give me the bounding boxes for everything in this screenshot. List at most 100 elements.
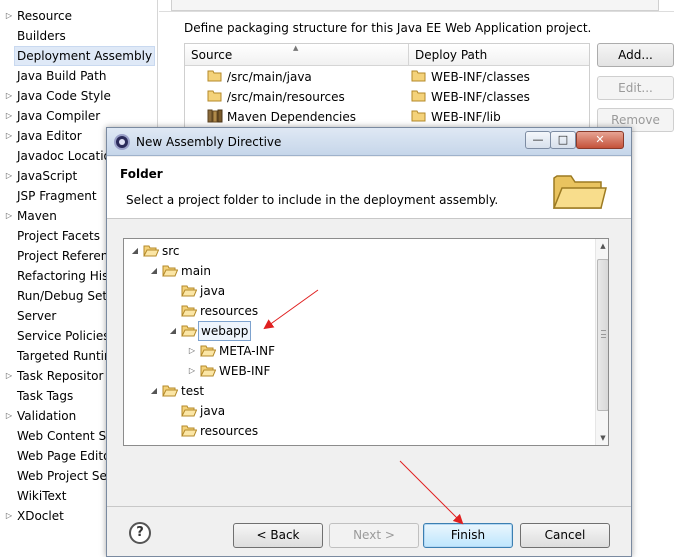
tree-item[interactable]: ▷ WEB-INF <box>187 361 387 381</box>
dialog-title: New Assembly Directive <box>136 135 282 149</box>
tree-item-label: META-INF <box>219 344 276 358</box>
deploy-path-text: WEB-INF/classes <box>431 70 530 84</box>
tree-item-label: test <box>181 384 205 398</box>
add-button[interactable]: Add... <box>597 43 674 67</box>
expand-arrow-icon[interactable]: ▷ <box>4 506 14 526</box>
nav-item-label: Project Facets <box>17 229 100 243</box>
nav-item-label: Java Build Path <box>17 69 107 83</box>
scrollbar-thumb[interactable] <box>597 259 608 411</box>
eclipse-icon <box>114 134 130 150</box>
nav-item-label: Java Code Style <box>17 89 111 103</box>
collapse-arrow-icon[interactable]: ◢ <box>130 241 140 261</box>
expand-arrow-icon[interactable]: ▷ <box>187 341 197 361</box>
nav-item[interactable]: ▷ Resource <box>0 6 157 26</box>
collapse-arrow-icon[interactable]: ◢ <box>149 381 159 401</box>
nav-item[interactable]: Builders <box>0 26 157 46</box>
banner-title: Folder <box>120 167 163 181</box>
minimize-button[interactable]: — <box>525 131 551 149</box>
deploy-path-text: WEB-INF/lib <box>431 110 501 124</box>
dialog-title-bar[interactable]: New Assembly Directive — □ ✕ <box>107 128 631 156</box>
nav-item-label: Task Repositor <box>17 369 104 383</box>
tree-item[interactable]: resources <box>168 421 368 441</box>
folder-icon <box>411 109 427 129</box>
nav-item-label: Web Project Set <box>17 469 112 483</box>
expand-arrow-icon[interactable]: ▷ <box>4 86 14 106</box>
back-button[interactable]: < Back <box>233 523 323 548</box>
nav-item-label: XDoclet <box>17 509 64 523</box>
expand-arrow-icon[interactable]: ▷ <box>4 126 14 146</box>
folder-icon <box>181 424 198 444</box>
folder-tree[interactable]: ◢ src ◢ main java resources ◢ webapp ▷ META-INF ▷ W… <box>123 238 609 446</box>
vertical-scrollbar[interactable]: ▲ ▼ <box>595 239 608 445</box>
expand-arrow-icon[interactable]: ▷ <box>187 361 197 381</box>
tree-item-label: main <box>181 264 211 278</box>
tree-item[interactable]: ◢ src <box>130 241 330 261</box>
maximize-button[interactable]: □ <box>550 131 576 149</box>
tree-item-label: resources <box>200 304 259 318</box>
tree-item-label: webapp <box>198 321 252 341</box>
library-icon <box>207 109 223 129</box>
nav-item-label: Deployment Assembly <box>14 46 156 66</box>
assembly-table[interactable]: Source ▲ Deploy Path /src/main/java WEB-I… <box>184 43 590 133</box>
tree-item-label: resources <box>200 424 259 438</box>
nav-item-label: Run/Debug Sett <box>17 289 112 303</box>
expand-arrow-icon[interactable]: ▷ <box>4 366 14 386</box>
tree-item[interactable]: java <box>168 401 368 421</box>
nav-item-label: Refactoring His <box>17 269 109 283</box>
expand-arrow-icon[interactable]: ▷ <box>4 406 14 426</box>
top-strip <box>159 0 674 12</box>
nav-item-label: Resource <box>17 9 73 23</box>
folder-icon <box>207 89 223 109</box>
nav-item[interactable]: Java Build Path <box>0 66 157 86</box>
expand-arrow-icon[interactable]: ▷ <box>4 166 14 186</box>
help-button[interactable]: ? <box>129 522 151 544</box>
nav-item-label: Javadoc Locatio <box>17 149 111 163</box>
nav-item-label: Validation <box>17 409 77 423</box>
table-row[interactable]: /src/main/resources WEB-INF/classes <box>185 87 589 109</box>
source-cell: /src/main/java <box>207 67 312 89</box>
nav-item-label: Project Referen <box>17 249 109 263</box>
sort-ascending-icon: ▲ <box>293 44 299 52</box>
tree-item-label: src <box>162 244 180 258</box>
nav-item-label: Builders <box>17 29 66 43</box>
deploy-path-cell: WEB-INF/classes <box>411 87 530 109</box>
source-cell: /src/main/resources <box>207 87 345 109</box>
nav-item-label: JavaScript <box>17 169 78 183</box>
table-row[interactable]: /src/main/java WEB-INF/classes <box>185 67 589 89</box>
cancel-button[interactable]: Cancel <box>520 523 610 548</box>
edit-button[interactable]: Edit... <box>597 76 674 100</box>
nav-item-label: Server <box>17 309 57 323</box>
tree-item-label: WEB-INF <box>219 364 271 378</box>
next-button[interactable]: Next > <box>329 523 419 548</box>
top-tab <box>171 0 659 11</box>
close-button[interactable]: ✕ <box>576 131 624 149</box>
nav-item-label: Task Tags <box>17 389 74 403</box>
finish-button[interactable]: Finish <box>423 523 513 548</box>
tree-item[interactable]: ◢ test <box>149 381 349 401</box>
collapse-arrow-icon[interactable]: ◢ <box>149 261 159 281</box>
table-header: Source ▲ Deploy Path <box>185 44 589 66</box>
expand-arrow-icon[interactable]: ▷ <box>4 6 14 26</box>
table-row[interactable]: Maven Dependencies WEB-INF/lib <box>185 107 589 129</box>
source-text: /src/main/java <box>227 70 312 84</box>
collapse-arrow-icon[interactable]: ◢ <box>168 321 178 341</box>
nav-item-label: Service Policies <box>17 329 110 343</box>
tree-item-label: java <box>200 284 226 298</box>
column-header-deploy-path[interactable]: Deploy Path <box>409 44 589 66</box>
tree-item[interactable]: resources <box>168 301 368 321</box>
tree-item[interactable]: ▷ META-INF <box>187 341 387 361</box>
tree-item-label: java <box>200 404 226 418</box>
tree-item[interactable]: ◢ webapp <box>168 321 368 341</box>
nav-item[interactable]: Deployment Assembly <box>0 46 157 66</box>
nav-item[interactable]: ▷ Java Compiler <box>0 106 157 126</box>
scroll-down-icon[interactable]: ▼ <box>596 433 608 443</box>
grip-icon <box>601 330 606 338</box>
scroll-up-icon[interactable]: ▲ <box>596 241 608 251</box>
expand-arrow-icon[interactable]: ▷ <box>4 106 14 126</box>
tree-item[interactable]: java <box>168 281 368 301</box>
nav-item[interactable]: ▷ Java Code Style <box>0 86 157 106</box>
banner-description: Select a project folder to include in th… <box>126 193 499 207</box>
tree-item[interactable]: ◢ main <box>149 261 349 281</box>
expand-arrow-icon[interactable]: ▷ <box>4 206 14 226</box>
column-header-source-label: Source <box>191 48 233 62</box>
